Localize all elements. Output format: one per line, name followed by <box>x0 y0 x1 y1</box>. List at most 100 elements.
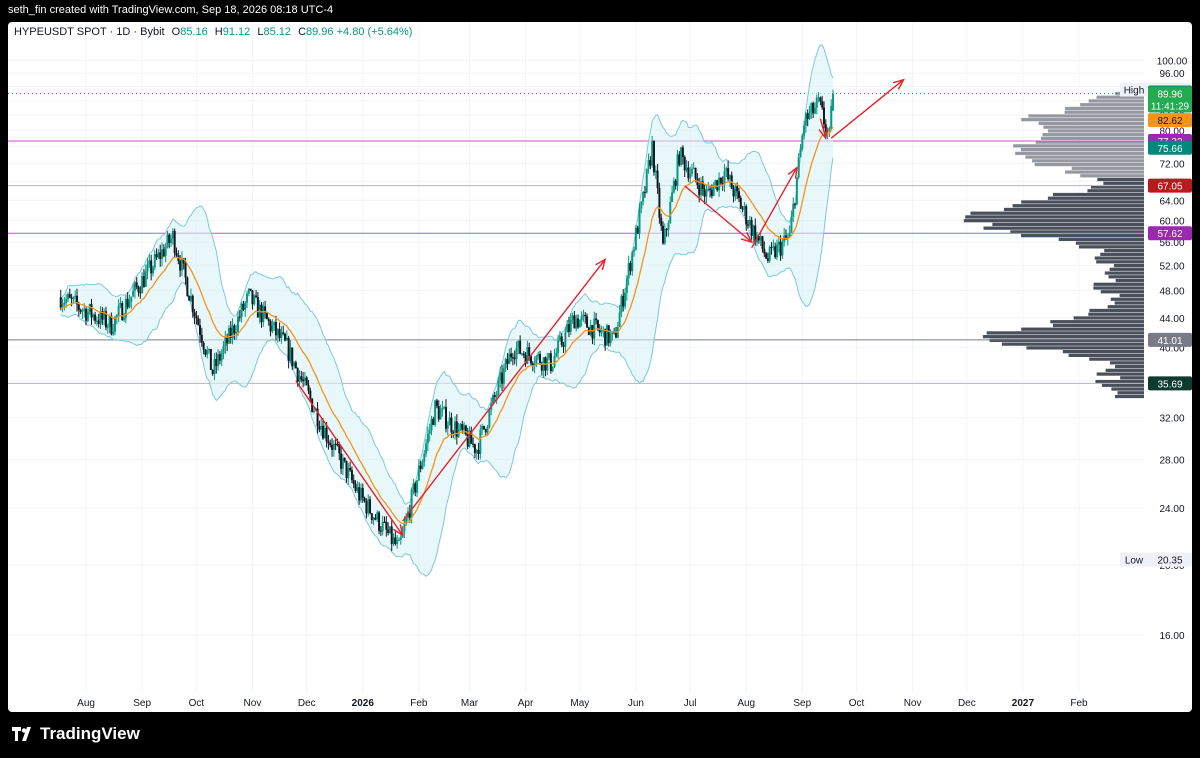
volume-profile-bar <box>1104 271 1144 275</box>
volume-profile-bar <box>989 338 1144 343</box>
candle-body <box>97 320 100 324</box>
candle-body <box>132 290 135 297</box>
candle-body <box>450 417 453 433</box>
volume-profile-bar <box>1088 312 1144 316</box>
open-label: O <box>171 26 181 38</box>
candle-body <box>273 321 276 326</box>
candle-body <box>600 330 603 333</box>
candle-body <box>354 484 357 491</box>
candle-body <box>810 103 813 113</box>
volume-profile-bar <box>1078 245 1144 249</box>
candle-body <box>121 303 124 321</box>
candle-body <box>486 426 489 433</box>
candle-body <box>240 303 243 318</box>
volume-profile-bar <box>1052 192 1144 197</box>
candle-body <box>492 395 495 404</box>
candle-body <box>723 171 726 185</box>
candle-body <box>164 247 167 257</box>
candle-body <box>593 318 596 339</box>
candle-body <box>388 526 391 534</box>
candle-body <box>385 521 388 530</box>
volume-profile-bar <box>1117 391 1144 395</box>
candle-body <box>233 325 236 334</box>
candle-body <box>564 332 567 347</box>
candle-body <box>832 93 835 111</box>
y-tick-label: 52.00 <box>1159 261 1184 272</box>
price-label-value: 41.01 <box>1157 336 1182 347</box>
candle-body <box>363 497 366 501</box>
candle-body <box>605 325 608 346</box>
candle-body <box>184 263 187 278</box>
price-label-value: 89.96 <box>1157 89 1182 100</box>
candle-body <box>417 465 420 481</box>
candle-body <box>110 315 113 335</box>
candle-body <box>139 292 142 294</box>
candle-body <box>660 217 663 226</box>
candle-body <box>352 480 355 485</box>
candle-body <box>274 321 277 336</box>
candle-body <box>672 180 675 193</box>
x-tick-label: Feb <box>1070 698 1088 709</box>
candle-body <box>705 190 708 197</box>
tradingview-logo[interactable]: TradingView <box>12 724 140 744</box>
candle-body <box>624 292 627 307</box>
candle-body <box>325 427 328 442</box>
low-value: 85.12 <box>263 26 291 38</box>
candle-body <box>142 276 145 287</box>
candle-body <box>495 395 498 398</box>
volume-profile-bar <box>1042 133 1144 137</box>
x-tick-label: Apr <box>518 698 534 709</box>
candle-body <box>439 410 442 420</box>
candle-body <box>710 189 713 196</box>
candle-body <box>235 332 238 334</box>
chart-panel[interactable]: 16.0020.0024.0028.0032.0036.0040.0044.00… <box>8 22 1192 712</box>
volume-profile-bar <box>970 211 1144 215</box>
candle-body <box>714 180 717 186</box>
candle-body <box>88 304 91 312</box>
candle-body <box>175 253 178 256</box>
candle-body <box>144 271 147 287</box>
candle-body <box>508 353 511 365</box>
candle-body <box>123 317 126 321</box>
price-label-value: 57.62 <box>1157 229 1182 240</box>
candle-body <box>117 306 120 316</box>
candle-body <box>479 429 482 455</box>
candle-body <box>79 309 82 312</box>
volume-profile-bar <box>1028 114 1144 118</box>
candle-body <box>455 421 458 437</box>
candle-body <box>763 248 766 254</box>
candle-body <box>128 301 131 308</box>
candle-body <box>320 425 323 430</box>
candle-body <box>260 304 263 323</box>
candle-body <box>426 433 429 444</box>
candle-body <box>573 315 576 329</box>
candle-body <box>678 154 681 165</box>
candle-body <box>161 249 164 259</box>
candle-body <box>582 314 585 316</box>
candle-body <box>707 188 710 191</box>
candle-body <box>416 480 419 493</box>
candle-body <box>336 444 339 446</box>
candle-body <box>199 325 202 335</box>
candle-body <box>253 295 256 305</box>
candle-body <box>459 424 462 429</box>
volume-profile-bar <box>1100 252 1144 256</box>
candle-body <box>643 192 646 194</box>
candle-body <box>737 191 740 199</box>
high-value: 91.12 <box>222 26 251 38</box>
candle-body <box>627 263 630 279</box>
volume-profile-bar <box>992 222 1144 227</box>
candle-body <box>347 467 350 479</box>
volume-profile-bar <box>1087 189 1144 193</box>
price-chart[interactable]: 16.0020.0024.0028.0032.0036.0040.0044.00… <box>8 22 1192 712</box>
candle-body <box>519 340 522 354</box>
candle-body <box>394 537 397 545</box>
candle-body <box>777 241 780 245</box>
candle-body <box>444 406 447 429</box>
volume-profile-bar <box>1026 346 1144 350</box>
volume-profile-bar <box>1021 118 1144 122</box>
candle-body <box>94 314 97 321</box>
candle-body <box>372 517 375 521</box>
candle-body <box>441 407 444 411</box>
candle-body <box>211 370 214 375</box>
